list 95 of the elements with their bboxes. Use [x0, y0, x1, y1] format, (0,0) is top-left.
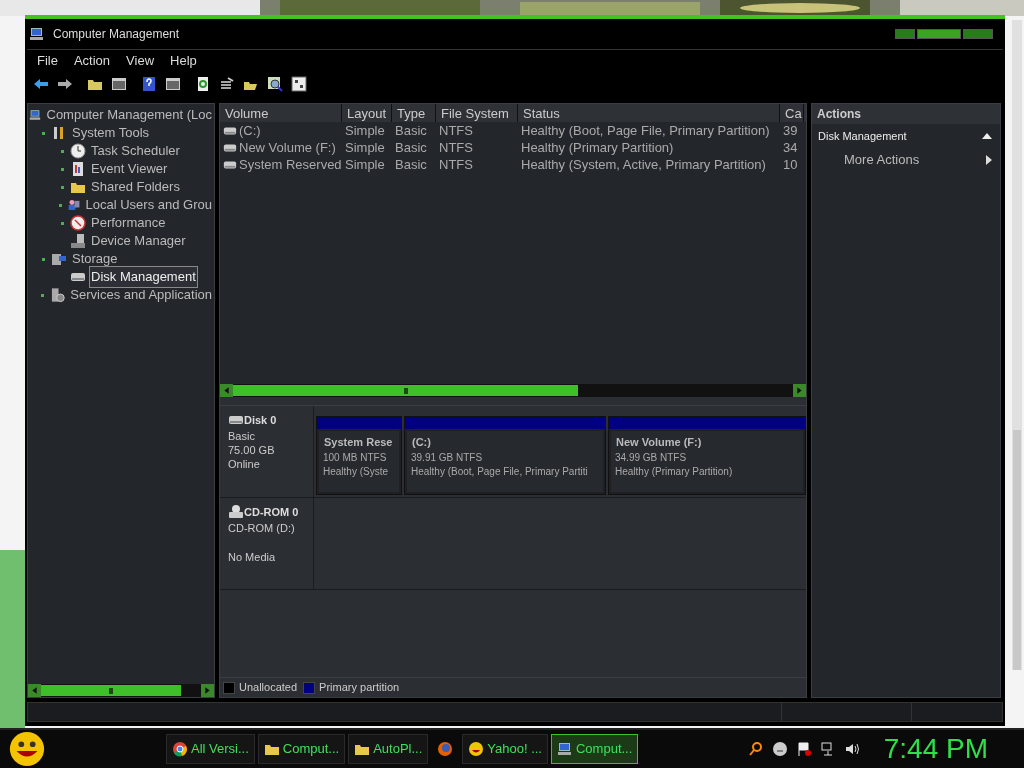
scroll-right-icon[interactable]	[793, 384, 806, 397]
clock-icon	[70, 143, 86, 159]
back-arrow-icon[interactable]	[33, 76, 49, 92]
disk-name: Disk 0	[244, 413, 277, 428]
scroll-left-icon[interactable]	[220, 384, 233, 397]
column-header[interactable]: File System	[436, 104, 518, 122]
table-cell-text: NTFS	[439, 155, 473, 174]
column-header[interactable]: Layout	[342, 104, 392, 122]
help-icon[interactable]	[141, 76, 157, 92]
column-header[interactable]: Type	[392, 104, 436, 122]
column-header[interactable]: Volume	[220, 104, 342, 122]
horizontal-scrollbar[interactable]	[28, 684, 214, 697]
table-cell-text: 39	[783, 121, 798, 140]
grid-settings-icon[interactable]	[291, 76, 307, 92]
scroll-right-icon[interactable]	[201, 684, 214, 697]
legend-label: Primary partition	[319, 680, 400, 696]
taskbar-button[interactable]: Comput...	[257, 734, 346, 764]
disk-info: No Media	[228, 549, 277, 564]
search-icon[interactable]	[267, 76, 283, 92]
table-cell-text: New Volume (F:)	[239, 138, 336, 157]
horizontal-scrollbar[interactable]	[220, 384, 806, 397]
action-item[interactable]: More Actions	[812, 148, 1000, 172]
table-cell-text: Healthy (Boot, Page File, Primary Partition)	[521, 121, 770, 140]
users-icon	[67, 197, 81, 213]
firefox-icon	[437, 741, 454, 757]
table-cell-text: Simple	[345, 121, 385, 140]
computer-icon	[29, 26, 45, 42]
partition-name: (C:)	[411, 435, 432, 450]
start-button[interactable]	[8, 730, 46, 768]
table-cell-text: 34	[783, 138, 798, 157]
disk-info: CD-ROM (D:)	[228, 520, 296, 535]
legend-label: Unallocated	[239, 680, 298, 696]
partition-size: 39.91 GB NTFS	[411, 450, 484, 465]
partition-name: System Rese	[323, 435, 394, 450]
scroll-left-icon[interactable]	[28, 684, 41, 697]
partition-status: Healthy (Boot, Page File, Primary Partiti	[411, 464, 589, 479]
window-pane-icon[interactable]	[111, 76, 127, 92]
flag-icon[interactable]	[795, 741, 812, 757]
log-icon	[70, 161, 86, 177]
computer-icon	[557, 741, 573, 757]
device-icon	[70, 233, 86, 249]
partition-block[interactable]: New Volume (F:) 34.99 GB NTFS Healthy (Primary Partition)	[608, 416, 806, 495]
submenu-arrow-icon[interactable]	[986, 155, 992, 165]
disk-info: Online	[228, 456, 261, 471]
gauge-icon	[70, 215, 86, 231]
disk-info: Basic	[228, 428, 256, 443]
taskbar-button[interactable]: All Versi...	[166, 734, 255, 764]
partition-block[interactable]: (C:) 39.91 GB NTFS Healthy (Boot, Page File, Primary Partiti	[404, 416, 606, 495]
table-cell-text: NTFS	[439, 121, 473, 140]
speaker-icon[interactable]	[843, 741, 860, 757]
browser-icon	[172, 741, 188, 757]
column-header[interactable]: Ca	[780, 104, 804, 122]
actions-header: Actions	[817, 106, 861, 123]
partition-status: Healthy (Primary Partition)	[615, 464, 734, 479]
cd-drive-icon	[228, 504, 244, 521]
window-title: Computer Management	[53, 26, 180, 43]
collapse-arrow-icon[interactable]	[982, 133, 992, 139]
table-cell-text: (C:)	[239, 121, 261, 140]
partition-status: Healthy (Syste	[323, 464, 390, 479]
menu-item[interactable]: Help	[163, 50, 204, 71]
table-cell-text: Simple	[345, 155, 385, 174]
table-cell-text: Healthy (Primary Partition)	[521, 138, 674, 157]
taskbar-button[interactable]: Comput...	[551, 734, 639, 764]
refresh-icon[interactable]	[195, 76, 211, 92]
forward-arrow-icon[interactable]	[57, 76, 73, 92]
partition-size: 100 MB NTFS	[323, 450, 388, 465]
window-pane-icon[interactable]	[165, 76, 181, 92]
tree-item[interactable]: Disk Management	[89, 266, 198, 288]
vertical-scrollbar[interactable]	[1013, 430, 1021, 670]
menu-item[interactable]: Action	[66, 50, 118, 71]
table-cell-text: 10	[783, 155, 798, 174]
search-icon[interactable]	[747, 741, 764, 757]
services-icon	[50, 287, 66, 303]
table-cell-text: System Reserved	[239, 155, 342, 174]
table-cell-text: Basic	[395, 138, 427, 157]
disk-name: CD-ROM 0	[244, 505, 299, 520]
taskbar-button[interactable]: Yahoo! ...	[462, 734, 548, 764]
partition-size: 34.99 GB NTFS	[615, 450, 688, 465]
table-cell-text: NTFS	[439, 138, 473, 157]
action-section[interactable]: Disk Management	[812, 124, 1000, 148]
partition-name: New Volume (F:)	[615, 435, 703, 450]
partition-block[interactable]: System Rese 100 MB NTFS Healthy (Syste	[316, 416, 402, 495]
taskbar-button[interactable]: AutoPl...	[348, 734, 429, 764]
clock[interactable]: 7:44 PM	[883, 728, 988, 768]
properties-icon[interactable]	[219, 76, 235, 92]
menu-item[interactable]: View	[119, 50, 162, 71]
table-cell-text: Simple	[345, 138, 385, 157]
table-cell-text: Basic	[395, 121, 427, 140]
computer-icon	[28, 107, 42, 123]
table-cell-text: Healthy (System, Active, Primary Partition)	[521, 155, 766, 174]
menu-item[interactable]: File	[30, 50, 65, 71]
table-cell-text: Basic	[395, 155, 427, 174]
storage-icon	[51, 251, 67, 267]
column-header[interactable]: Status	[518, 104, 780, 122]
disk-info: 75.00 GB	[228, 442, 276, 457]
